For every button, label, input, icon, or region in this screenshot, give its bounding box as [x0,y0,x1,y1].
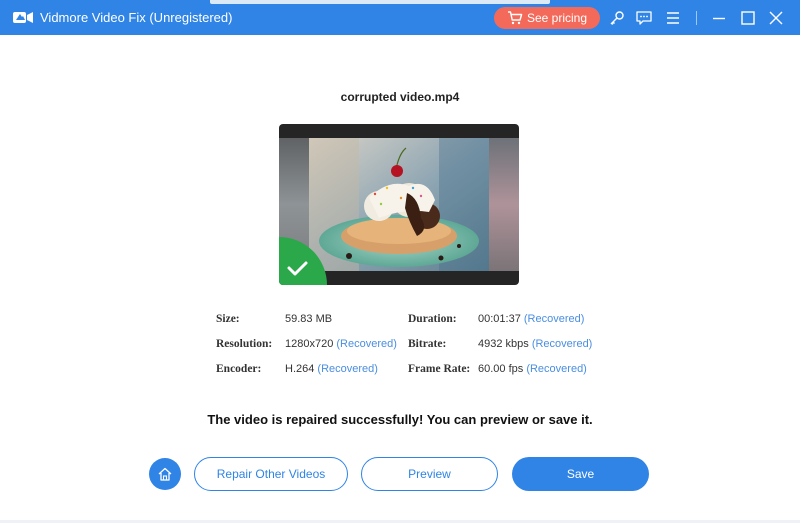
duration-value: 00:01:37 [478,313,521,325]
repair-success-message: The video is repaired successfully! You … [207,412,593,427]
app-icon [13,12,33,23]
see-pricing-label: See pricing [526,11,588,25]
size-value: 59.83 MB [285,313,333,325]
save-button[interactable]: Save [512,457,649,491]
resolution-detail: Resolution: [216,338,272,350]
duration-label: Duration: [408,313,457,325]
menu-icon[interactable] [664,9,682,27]
home-icon [158,467,172,481]
size-label: Size: [216,313,240,325]
size-detail: Size: [216,313,240,325]
duration-value-group: 00:01:37 (Recovered) [478,313,584,325]
title-decoration [210,0,550,4]
home-button[interactable] [149,458,181,490]
encoder-status: (Recovered) [317,363,378,375]
encoder-detail: Encoder: [216,363,261,375]
resolution-label: Resolution: [216,338,273,350]
see-pricing-button[interactable]: See pricing [494,7,600,29]
video-preview [279,124,519,285]
key-icon[interactable] [608,9,626,27]
bitrate-status: (Recovered) [531,338,593,350]
title-separator [696,11,697,25]
bitrate-detail: Bitrate: [408,338,446,350]
preview-label: Preview [408,467,451,481]
resolution-value-group: 1280x720 (Recovered) [285,338,397,350]
feedback-icon[interactable] [635,9,653,27]
cart-icon [507,11,523,25]
bitrate-value: 4932 kbps [478,338,529,350]
bitrate-value-group: 4932 kbps (Recovered) [478,338,592,350]
close-icon[interactable] [767,9,785,27]
preview-side-right [489,138,519,271]
minimize-icon[interactable] [710,9,728,27]
frame-rate-value-group: 60.00 fps (Recovered) [478,363,587,375]
duration-detail: Duration: [408,313,457,325]
duration-status: (Recovered) [523,313,585,325]
repair-other-videos-button[interactable]: Repair Other Videos [194,457,348,491]
encoder-label: Encoder: [216,363,262,375]
frame-rate-label: Frame Rate: [408,363,471,375]
save-label: Save [566,467,595,481]
resolution-value: 1280x720 [285,338,334,350]
repair-other-videos-label: Repair Other Videos [216,467,326,481]
resolution-status: (Recovered) [336,338,397,350]
title-bar: Vidmore Video Fix (Unregistered) See pri… [0,0,800,35]
encoder-value-group: H.264 (Recovered) [285,363,378,375]
frame-rate-detail: Frame Rate: [408,363,470,375]
frame-rate-value: 60.00 fps [478,363,524,375]
success-check-icon [279,237,327,285]
bitrate-label: Bitrate: [408,338,447,350]
encoder-value: H.264 [285,363,315,375]
preview-button[interactable]: Preview [361,457,498,491]
video-file-name: corrupted video.mp4 [340,90,460,104]
frame-rate-status: (Recovered) [526,363,587,375]
video-thumbnail [309,138,489,271]
window-title: Vidmore Video Fix (Unregistered) [40,10,233,25]
maximize-icon[interactable] [739,9,757,27]
